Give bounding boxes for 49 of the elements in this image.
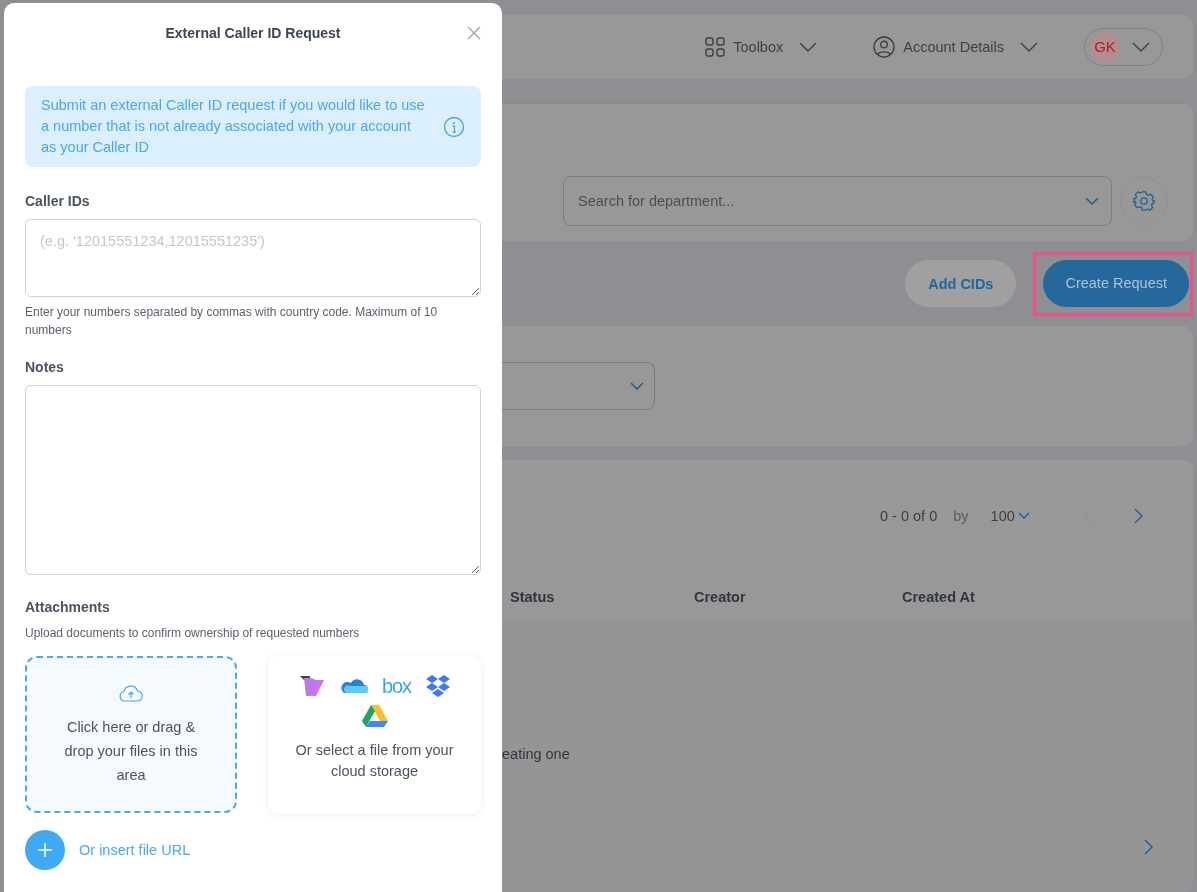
insert-url-link[interactable]: Or insert file URL — [79, 842, 191, 858]
user-icon — [873, 35, 896, 58]
info-text: Submit an external Caller ID request if you would like to use a number that is not already associated with your account as your Caller ID — [41, 96, 426, 157]
chevron-down-icon — [1017, 512, 1030, 520]
column-header: Status — [510, 588, 556, 605]
cloud-logo-icon — [339, 677, 368, 695]
select-field[interactable] — [502, 361, 655, 410]
box-logo: box — [381, 674, 412, 698]
toolbox-menu[interactable]: Toolbox — [733, 38, 784, 55]
search-placeholder: Search for department... — [578, 193, 735, 210]
dropzone-text: Click here or drag & drop your files in this area — [63, 717, 199, 785]
dialog-title: External Caller ID Request — [165, 25, 341, 41]
field-hint: Enter your numbers separated by commas with country code. Maximum of 10 numbers — [25, 304, 439, 339]
action-button[interactable]: Create Request — [1043, 259, 1189, 307]
cloud-storage-card[interactable]: box Or select a file from your cloud storage — [268, 656, 481, 814]
notes-field[interactable] — [25, 385, 481, 575]
next-page-icon[interactable] — [1133, 507, 1143, 524]
close-icon[interactable] — [467, 26, 481, 40]
action-button[interactable]: Add CIDs — [905, 260, 1017, 308]
section-label: Attachments — [25, 599, 111, 615]
chevron-right-icon[interactable] — [1144, 838, 1153, 855]
chevron-down-icon — [1020, 41, 1038, 52]
chevron-down-icon — [1085, 197, 1099, 206]
file-dropzone[interactable]: Click here or drag & drop your files in this area — [25, 656, 237, 813]
open-boxes-logo-icon — [425, 674, 452, 698]
chevron-down-icon — [630, 381, 644, 390]
account-menu[interactable]: Account Details — [903, 38, 1004, 55]
chevron-down-icon — [1132, 41, 1150, 52]
triangle-logo-icon — [360, 704, 389, 728]
by-label: by — [953, 507, 969, 524]
empty-message: eating one — [502, 745, 570, 762]
section-hint: Upload documents to confirm ownership of requested numbers — [25, 625, 361, 642]
plus-icon — [37, 842, 53, 858]
page-size-select[interactable]: 100 — [990, 507, 1015, 524]
field-label: Notes — [25, 359, 65, 375]
grid-icon — [705, 36, 726, 57]
page-range: 0 - 0 of 0 — [880, 507, 938, 524]
column-header: Creator — [694, 588, 747, 605]
info-icon — [443, 115, 465, 138]
cloud-storage-text: Or select a file from your cloud storage — [294, 741, 455, 781]
cloud-upload-icon — [118, 682, 144, 703]
caller-ids-field[interactable]: (e.g. '12015551234,12015551235') — [25, 219, 481, 297]
settings-icon — [1133, 190, 1155, 213]
department-search-field[interactable]: Search for department... — [563, 176, 1112, 227]
add-url-button[interactable] — [25, 830, 65, 870]
field-label: Caller IDs — [25, 193, 91, 209]
column-header: Created At — [902, 588, 975, 605]
avatar-initials: GK — [1090, 31, 1120, 62]
chevron-down-icon — [799, 41, 818, 52]
